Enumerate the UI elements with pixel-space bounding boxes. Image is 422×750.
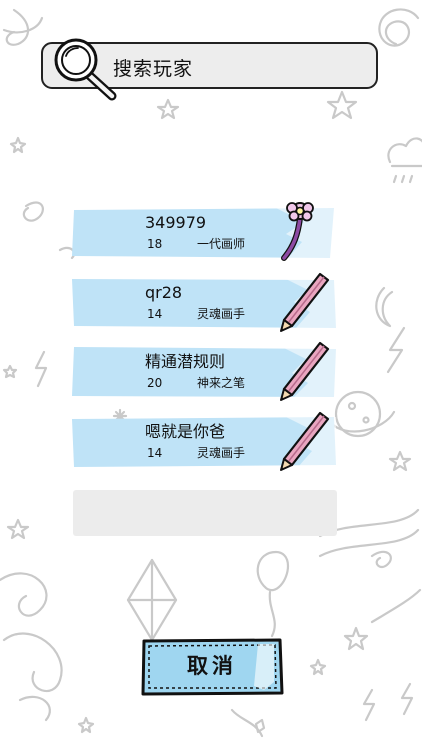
player-title: 灵魂画手 <box>197 307 246 321</box>
empty-player-slot <box>73 490 337 536</box>
cancel-button[interactable]: 取消 <box>140 638 284 696</box>
pencil-icon <box>280 341 330 401</box>
player-level: 14 <box>147 307 163 321</box>
player-name: 精通潜规则 <box>145 352 226 371</box>
player-card[interactable]: 嗯就是你爸 14 灵魂画手 <box>72 411 336 471</box>
player-card[interactable]: qr28 14 灵魂画手 <box>72 272 336 332</box>
player-name: 嗯就是你爸 <box>145 422 226 441</box>
player-name: qr28 <box>145 283 183 302</box>
player-title: 灵魂画手 <box>197 446 246 460</box>
search-title: 搜索玩家 <box>113 58 194 80</box>
cancel-label: 取消 <box>187 654 237 678</box>
player-level: 18 <box>147 237 163 251</box>
pencil-icon <box>280 272 330 332</box>
player-card[interactable]: 349979 18 一代画师 <box>72 202 336 261</box>
player-title: 一代画师 <box>197 237 246 251</box>
player-level: 20 <box>147 376 163 390</box>
flower-wand-icon <box>281 202 314 261</box>
player-name: 349979 <box>145 213 207 232</box>
player-card[interactable]: 精通潜规则 20 神来之笔 <box>72 341 336 401</box>
pencil-icon <box>280 411 330 471</box>
magnifier-icon <box>54 38 117 101</box>
player-title: 神来之笔 <box>197 376 246 390</box>
player-level: 14 <box>147 446 163 460</box>
